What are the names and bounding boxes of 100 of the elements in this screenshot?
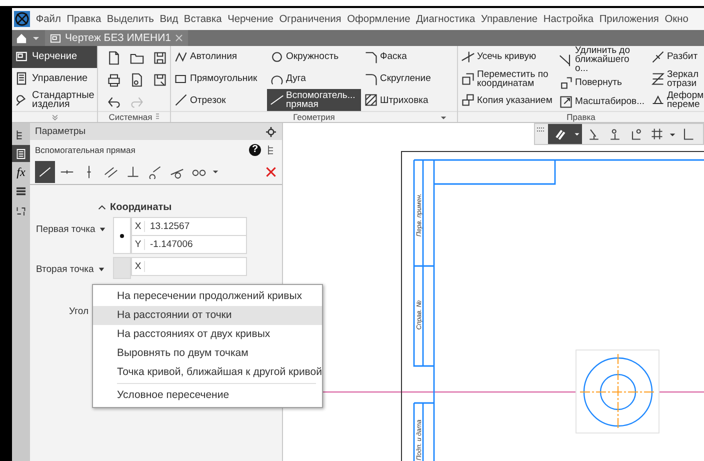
ribbon-mode-button[interactable]: Стандартные изделия [12,89,97,112]
menu-item[interactable]: Вставка [181,14,225,24]
menu-item[interactable]: Точка кривой, ближайшая к другой кривой [93,363,322,382]
preview-icon[interactable] [130,73,144,87]
group-title: Системная [108,112,152,122]
properties-icon [15,148,27,160]
ribbon-tool-button[interactable]: Масштабиров... [556,92,648,111]
ribbon-tool-button[interactable]: Отрезок [171,89,267,112]
close-icon[interactable] [265,166,277,178]
ribbon-tool-button[interactable]: Усечь кривую [458,46,556,68]
expand-chevron-icon[interactable] [50,114,58,120]
numbering-icon [15,204,27,216]
menu-item[interactable]: На расстоянии от точки [93,306,322,325]
x-coordinate-field[interactable]: X [131,257,247,276]
layers-icon [15,186,27,198]
ribbon-mode-button[interactable]: Управление [12,68,97,90]
command-name: Вспомогательная прямая [35,144,136,154]
menu-item[interactable]: Окно [662,14,692,24]
menu-item[interactable]: Файл [33,14,64,24]
menu-item[interactable]: Управление [478,14,540,24]
new-file-icon[interactable] [107,51,121,65]
tree-icon[interactable] [267,144,276,156]
side-tab[interactable] [12,145,30,162]
ribbon-tool-button[interactable]: Вспомогатель... прямая [267,89,361,112]
help-button[interactable]: ? [249,144,261,156]
ribbon-tool-button[interactable]: Окружность [267,46,361,68]
caret-icon[interactable] [212,168,219,175]
x-coordinate-field[interactable]: X 13.12567 [131,217,247,236]
caret-icon [99,226,106,232]
ribbon-tool-button[interactable]: Прямоугольник [171,68,267,90]
panel-title: Параметры [35,126,86,137]
hatch-icon [364,93,378,108]
menu-item[interactable]: Настройка [540,14,596,24]
point-mode-dropdown[interactable]: Первая точка [36,219,113,239]
menu-item[interactable]: Ограничения [276,14,344,24]
ribbon-tool-button[interactable]: Удлинить до ближайшего о... [556,46,648,73]
save-as-icon[interactable] [153,73,167,87]
caret-icon[interactable] [440,114,447,120]
segment-icon [174,93,188,108]
drawing-document-icon [50,32,61,44]
formula-tab[interactable]: fx [12,164,30,181]
mode-icon [15,72,28,85]
ribbon-tool-button[interactable]: Деформ переме [648,89,704,112]
menu-item[interactable]: Выделить [104,14,157,24]
ribbon-tool-button[interactable]: Зеркал отрази [648,68,704,90]
ribbon-tool-button[interactable]: Скругление [361,68,457,90]
printer-icon[interactable] [107,73,121,87]
save-icon[interactable] [153,51,167,65]
menu-item[interactable]: На расстояниях от двух кривых [93,325,322,344]
ribbon-tool-button[interactable]: Дуга [267,68,361,90]
ribbon-tool-button[interactable]: Копия указанием [458,89,556,112]
chevron-icon [98,204,106,210]
ribbon-tool-button[interactable]: Автолиния [171,46,267,68]
move-icon [461,72,475,86]
caret-icon[interactable] [669,130,676,138]
settings-icon[interactable] [266,126,276,136]
angle-label: Угол [69,306,88,317]
menu-item[interactable]: На пересечении продолжений кривых [93,287,322,306]
document-tab-title: Чертеж БЕЗ ИМЕНИ1 [65,32,171,44]
undo-icon[interactable] [107,95,121,109]
menu-item[interactable]: Черчение [224,14,276,24]
fillet-icon [364,72,378,86]
polyline-icon [174,50,188,64]
chamfer-icon [364,50,378,64]
home-icon[interactable] [16,32,27,44]
document-tab[interactable]: Чертеж БЕЗ ИМЕНИ1 [45,30,188,46]
folder-icon[interactable] [130,51,144,65]
extend-icon [559,52,573,66]
ribbon-tool-button[interactable]: Фаска [361,46,457,68]
split-icon [651,50,665,64]
menu-item[interactable]: Правка [64,14,104,24]
snap-magnet-icon[interactable] [548,124,572,144]
menu-item[interactable]: Выровнять по двум точкам [93,344,322,363]
rotate-icon [559,76,573,90]
section-header[interactable]: Координаты [98,200,172,214]
menu-item[interactable]: Оформление [344,14,414,24]
ribbon-tool-button[interactable]: Повернуть [556,73,648,92]
mode-icon [15,50,28,64]
point-icon [120,234,124,238]
menu-item[interactable]: Приложения [596,14,662,24]
menu-item[interactable]: Вид [156,14,182,24]
copy-icon [461,93,475,108]
scale-icon [559,94,573,108]
ribbon-mode-button[interactable]: Черчение [12,46,97,68]
app-logo-icon [14,11,30,27]
menu-item[interactable]: Диагностика [413,14,478,24]
group-title: Правка [566,112,596,122]
caret-icon [98,266,105,272]
menu-item[interactable]: Условное пересечение [93,386,322,405]
point-mode-dropdown[interactable]: Вторая точка [36,259,113,279]
mirror-icon [651,72,665,86]
mode-icon [15,94,28,107]
ribbon-tool-button[interactable]: Штриховка [361,89,457,112]
construction-line-icon [270,93,284,108]
group-title: Геометрия [293,112,335,122]
grip-icon[interactable] [537,127,545,133]
ribbon-tool-button[interactable]: Переместить по координатам [458,68,556,90]
y-coordinate-field[interactable]: Y -1.147006 [131,235,247,254]
ribbon-tool-button[interactable]: Разбит [648,46,704,68]
trim-icon [461,50,475,64]
